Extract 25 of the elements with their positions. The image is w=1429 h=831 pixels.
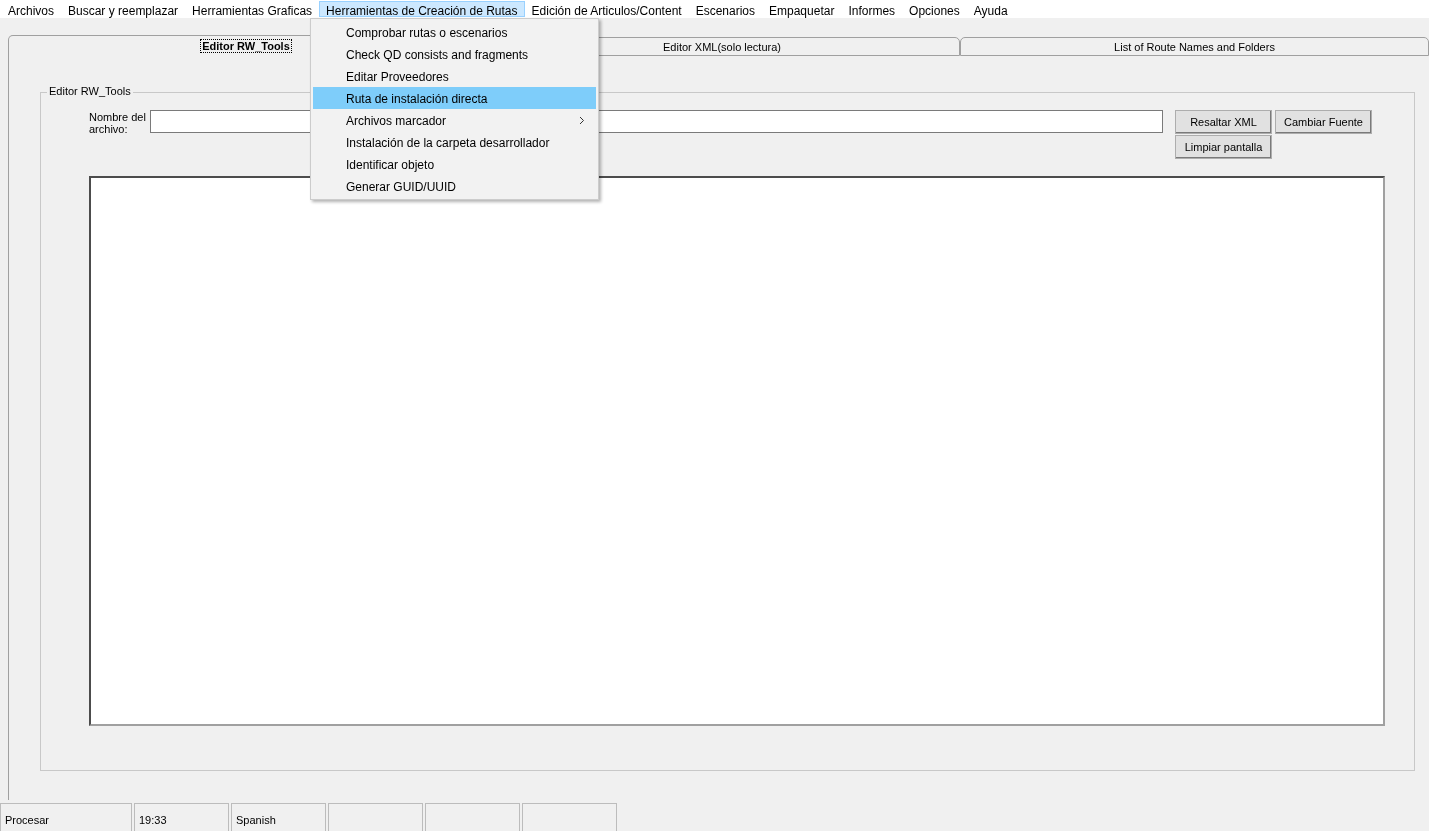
clear-screen-button[interactable]: Limpiar pantalla	[1175, 135, 1272, 159]
highlight-xml-button[interactable]: Resaltar XML	[1175, 110, 1272, 134]
menu-item[interactable]: Informes	[841, 1, 903, 17]
menu-item[interactable]: Buscar y reemplazar	[61, 1, 186, 17]
menu-item[interactable]: Empaquetar	[762, 1, 842, 17]
menu-item[interactable]: Archivos marcador	[313, 109, 596, 131]
menu-item[interactable]: Ayuda	[966, 1, 1015, 17]
group-title: Editor RW_Tools	[47, 85, 133, 97]
menu-item[interactable]: Opciones	[902, 1, 967, 17]
tab[interactable]: List of Route Names and Folders	[960, 37, 1429, 56]
menu-item[interactable]: Escenarios	[688, 1, 762, 17]
menu-item[interactable]: Ruta de instalación directa	[313, 87, 596, 109]
menu-item[interactable]: Archivos	[1, 1, 61, 17]
menu-item[interactable]: Herramientas de Creación de Rutas	[319, 1, 525, 17]
menu-item[interactable]: Identificar objeto	[313, 153, 596, 175]
status-panel: 19:33	[134, 803, 229, 831]
status-panel: Spanish	[231, 803, 326, 831]
menu-item[interactable]: Generar GUID/UUID	[313, 175, 596, 197]
menu-item[interactable]: Instalación de la carpeta desarrollador	[313, 131, 596, 153]
menu-item[interactable]: Herramientas Graficas	[185, 1, 320, 17]
status-panel: Procesar	[0, 803, 132, 831]
menu-item[interactable]: Editar Proveedores	[313, 65, 596, 87]
field-label: Nombre del archivo:	[89, 111, 147, 135]
change-font-button[interactable]: Cambiar Fuente	[1275, 110, 1372, 134]
menu-item[interactable]: Edición de Articulos/Content	[524, 1, 689, 17]
